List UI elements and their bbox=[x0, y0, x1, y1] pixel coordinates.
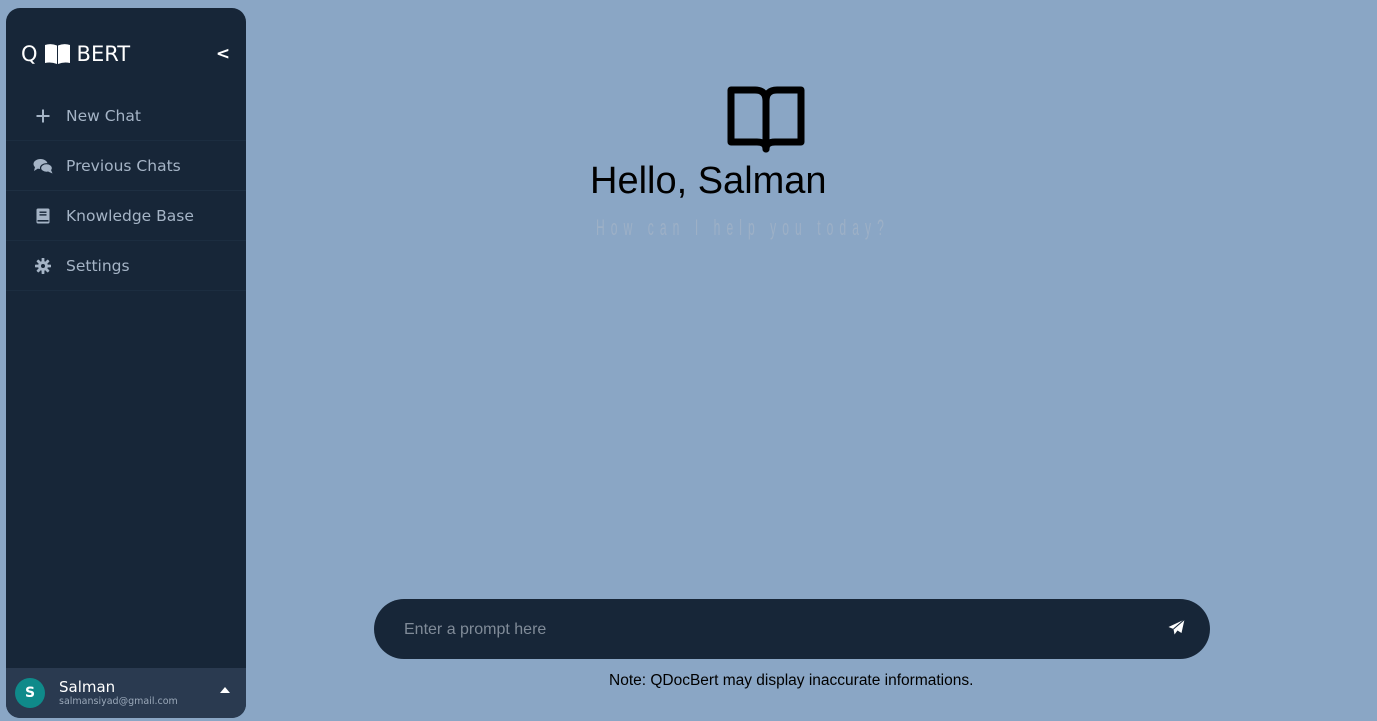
sidebar-item-previous-chats[interactable]: Previous Chats bbox=[6, 141, 246, 191]
sidebar-item-label: Settings bbox=[66, 256, 130, 275]
paper-plane-icon bbox=[1168, 618, 1185, 640]
gear-icon bbox=[33, 257, 53, 275]
sidebar-item-settings[interactable]: Settings bbox=[6, 241, 246, 291]
user-profile-bar[interactable]: S Salman salmansiyad@gmail.com bbox=[6, 668, 246, 718]
sidebar-item-knowledge-base[interactable]: Knowledge Base bbox=[6, 191, 246, 241]
brand-suffix: BERT bbox=[76, 42, 131, 66]
greeting-subtitle: How can I help you today? bbox=[596, 215, 890, 240]
plus-icon bbox=[33, 107, 53, 125]
caret-up-icon[interactable] bbox=[220, 687, 230, 693]
open-book-icon bbox=[727, 85, 805, 155]
disclaimer-note: Note: QDocBert may display inaccurate in… bbox=[609, 672, 974, 689]
user-info: Salman salmansiyad@gmail.com bbox=[59, 679, 178, 708]
brand-prefix: Q bbox=[21, 42, 38, 66]
avatar: S bbox=[15, 678, 45, 708]
sidebar-nav: New Chat Previous Chats Knowledge Base S… bbox=[6, 91, 246, 291]
chat-bubbles-icon bbox=[33, 157, 53, 175]
open-book-icon bbox=[44, 43, 71, 65]
sidebar: Q BERT < New Chat Previous Chats Knowled… bbox=[6, 8, 246, 718]
user-email: salmansiyad@gmail.com bbox=[59, 695, 178, 707]
chevron-left-icon: < bbox=[215, 44, 231, 64]
sidebar-item-label: Knowledge Base bbox=[66, 206, 194, 225]
sidebar-item-label: New Chat bbox=[66, 106, 141, 125]
greeting-heading: Hello, Salman bbox=[590, 160, 827, 202]
app-root: Q BERT < New Chat Previous Chats Knowled… bbox=[0, 0, 1377, 721]
prompt-input[interactable] bbox=[402, 617, 1146, 643]
book-icon bbox=[33, 207, 53, 225]
send-button[interactable] bbox=[1166, 618, 1186, 640]
sidebar-item-label: Previous Chats bbox=[66, 156, 181, 175]
prompt-bar bbox=[374, 599, 1210, 659]
collapse-sidebar-button[interactable]: < bbox=[216, 44, 230, 64]
sidebar-item-new-chat[interactable]: New Chat bbox=[6, 91, 246, 141]
brand-logo: Q BERT bbox=[21, 40, 130, 68]
user-name: Salman bbox=[59, 677, 116, 696]
